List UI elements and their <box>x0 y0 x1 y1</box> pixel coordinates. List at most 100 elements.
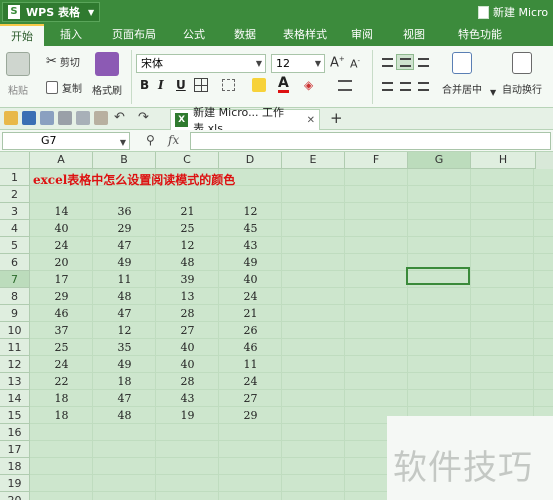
table-cell[interactable]: 24 <box>219 288 282 305</box>
table-cell[interactable]: 47 <box>93 390 156 407</box>
copy-button[interactable]: 复制 <box>46 80 82 95</box>
row-header-19[interactable]: 19 <box>0 475 30 492</box>
table-cell[interactable]: 25 <box>30 339 93 356</box>
table-cell[interactable]: 49 <box>93 356 156 373</box>
preview-icon[interactable] <box>76 111 90 125</box>
fx-icon[interactable]: fx <box>168 133 179 147</box>
table-cell[interactable]: 26 <box>219 322 282 339</box>
decrease-font-icon[interactable]: A- <box>350 57 360 71</box>
app-menu-button[interactable]: S WPS 表格 ▼ <box>2 2 100 22</box>
table-cell[interactable]: 43 <box>156 390 219 407</box>
table-cell[interactable]: 21 <box>156 203 219 220</box>
export-icon[interactable] <box>94 111 108 125</box>
table-cell[interactable]: 24 <box>30 356 93 373</box>
table-cell[interactable]: 40 <box>156 339 219 356</box>
table-cell[interactable]: 40 <box>219 271 282 288</box>
table-cell[interactable]: 24 <box>30 237 93 254</box>
row-header-3[interactable]: 3 <box>0 203 30 220</box>
add-tab-button[interactable]: + <box>330 109 343 127</box>
cell-style-icon[interactable] <box>222 79 235 91</box>
row-header-10[interactable]: 10 <box>0 322 30 339</box>
row-header-18[interactable]: 18 <box>0 458 30 475</box>
row-header-6[interactable]: 6 <box>0 254 30 271</box>
table-cell[interactable]: 24 <box>219 373 282 390</box>
table-cell[interactable]: 43 <box>219 237 282 254</box>
row-header-16[interactable]: 16 <box>0 424 30 441</box>
row-header-20[interactable]: 20 <box>0 492 30 500</box>
cut-button[interactable]: ✂ 剪切 <box>46 54 80 69</box>
sheet-title-cell[interactable]: excel表格中怎么设置阅读模式的颜色 <box>33 171 235 188</box>
undo-icon[interactable]: ↶ <box>114 111 128 125</box>
table-cell[interactable]: 36 <box>93 203 156 220</box>
merge-center-button[interactable]: 合并居中 <box>442 52 482 96</box>
tab-data[interactable]: 数据 <box>218 24 272 46</box>
name-box[interactable]: G7 ▼ <box>2 132 130 150</box>
table-cell[interactable]: 12 <box>156 237 219 254</box>
table-cell[interactable]: 14 <box>30 203 93 220</box>
table-cell[interactable]: 47 <box>93 305 156 322</box>
borders-icon[interactable] <box>194 78 208 92</box>
table-cell[interactable]: 48 <box>93 407 156 424</box>
table-cell[interactable]: 29 <box>93 220 156 237</box>
tab-view[interactable]: 视图 <box>386 24 442 46</box>
align-center-button[interactable] <box>396 78 414 94</box>
bold-button[interactable]: B <box>140 78 149 92</box>
align-left-button[interactable] <box>378 78 396 94</box>
table-cell[interactable]: 39 <box>156 271 219 288</box>
row-header-14[interactable]: 14 <box>0 390 30 407</box>
zoom-icon[interactable]: ⚲ <box>146 133 155 147</box>
row-header-1[interactable]: 1 <box>0 169 30 186</box>
row-header-9[interactable]: 9 <box>0 305 30 322</box>
tab-home[interactable]: 开始 <box>0 24 44 46</box>
format-painter-button[interactable]: 格式刷 <box>92 52 122 97</box>
close-icon[interactable]: ✕ <box>307 115 315 126</box>
table-cell[interactable]: 18 <box>30 407 93 424</box>
align-right-button[interactable] <box>414 78 432 94</box>
table-cell[interactable]: 25 <box>156 220 219 237</box>
select-all-corner[interactable] <box>0 152 30 169</box>
indent-icon[interactable] <box>338 80 352 91</box>
table-cell[interactable]: 46 <box>30 305 93 322</box>
table-cell[interactable]: 20 <box>30 254 93 271</box>
save-icon[interactable] <box>22 111 36 125</box>
table-cell[interactable]: 28 <box>156 305 219 322</box>
align-bottom-button[interactable] <box>414 54 432 70</box>
table-cell[interactable]: 49 <box>219 254 282 271</box>
table-cell[interactable]: 22 <box>30 373 93 390</box>
row-header-17[interactable]: 17 <box>0 441 30 458</box>
font-name-select[interactable]: 宋体 ▼ <box>136 54 266 73</box>
column-header-g[interactable]: G <box>408 152 471 169</box>
table-cell[interactable]: 45 <box>219 220 282 237</box>
open-folder-icon[interactable] <box>4 111 18 125</box>
table-cell[interactable]: 27 <box>219 390 282 407</box>
table-cell[interactable]: 46 <box>219 339 282 356</box>
table-cell[interactable]: 12 <box>219 203 282 220</box>
table-cell[interactable]: 18 <box>30 390 93 407</box>
underline-button[interactable]: U <box>176 78 186 92</box>
selected-cell-g7[interactable] <box>406 267 470 285</box>
table-cell[interactable]: 40 <box>30 220 93 237</box>
table-cell[interactable]: 29 <box>219 407 282 424</box>
font-size-select[interactable]: 12 ▼ <box>271 54 325 73</box>
row-header-8[interactable]: 8 <box>0 288 30 305</box>
table-cell[interactable]: 37 <box>30 322 93 339</box>
italic-button[interactable]: I <box>158 78 164 92</box>
table-cell[interactable]: 12 <box>93 322 156 339</box>
increase-font-icon[interactable]: A+ <box>330 55 345 70</box>
table-cell[interactable]: 27 <box>156 322 219 339</box>
align-top-button[interactable] <box>378 54 396 70</box>
table-cell[interactable]: 48 <box>93 288 156 305</box>
row-header-15[interactable]: 15 <box>0 407 30 424</box>
row-header-13[interactable]: 13 <box>0 373 30 390</box>
tab-insert[interactable]: 插入 <box>44 24 98 46</box>
column-header-b[interactable]: B <box>93 152 156 169</box>
row-header-12[interactable]: 12 <box>0 356 30 373</box>
table-cell[interactable]: 29 <box>30 288 93 305</box>
table-cell[interactable]: 17 <box>30 271 93 288</box>
chevron-down-icon[interactable]: ▼ <box>490 88 496 97</box>
column-header-c[interactable]: C <box>156 152 219 169</box>
print-icon[interactable] <box>58 111 72 125</box>
column-header-d[interactable]: D <box>219 152 282 169</box>
table-cell[interactable]: 28 <box>156 373 219 390</box>
font-color-icon[interactable]: A <box>278 76 289 93</box>
